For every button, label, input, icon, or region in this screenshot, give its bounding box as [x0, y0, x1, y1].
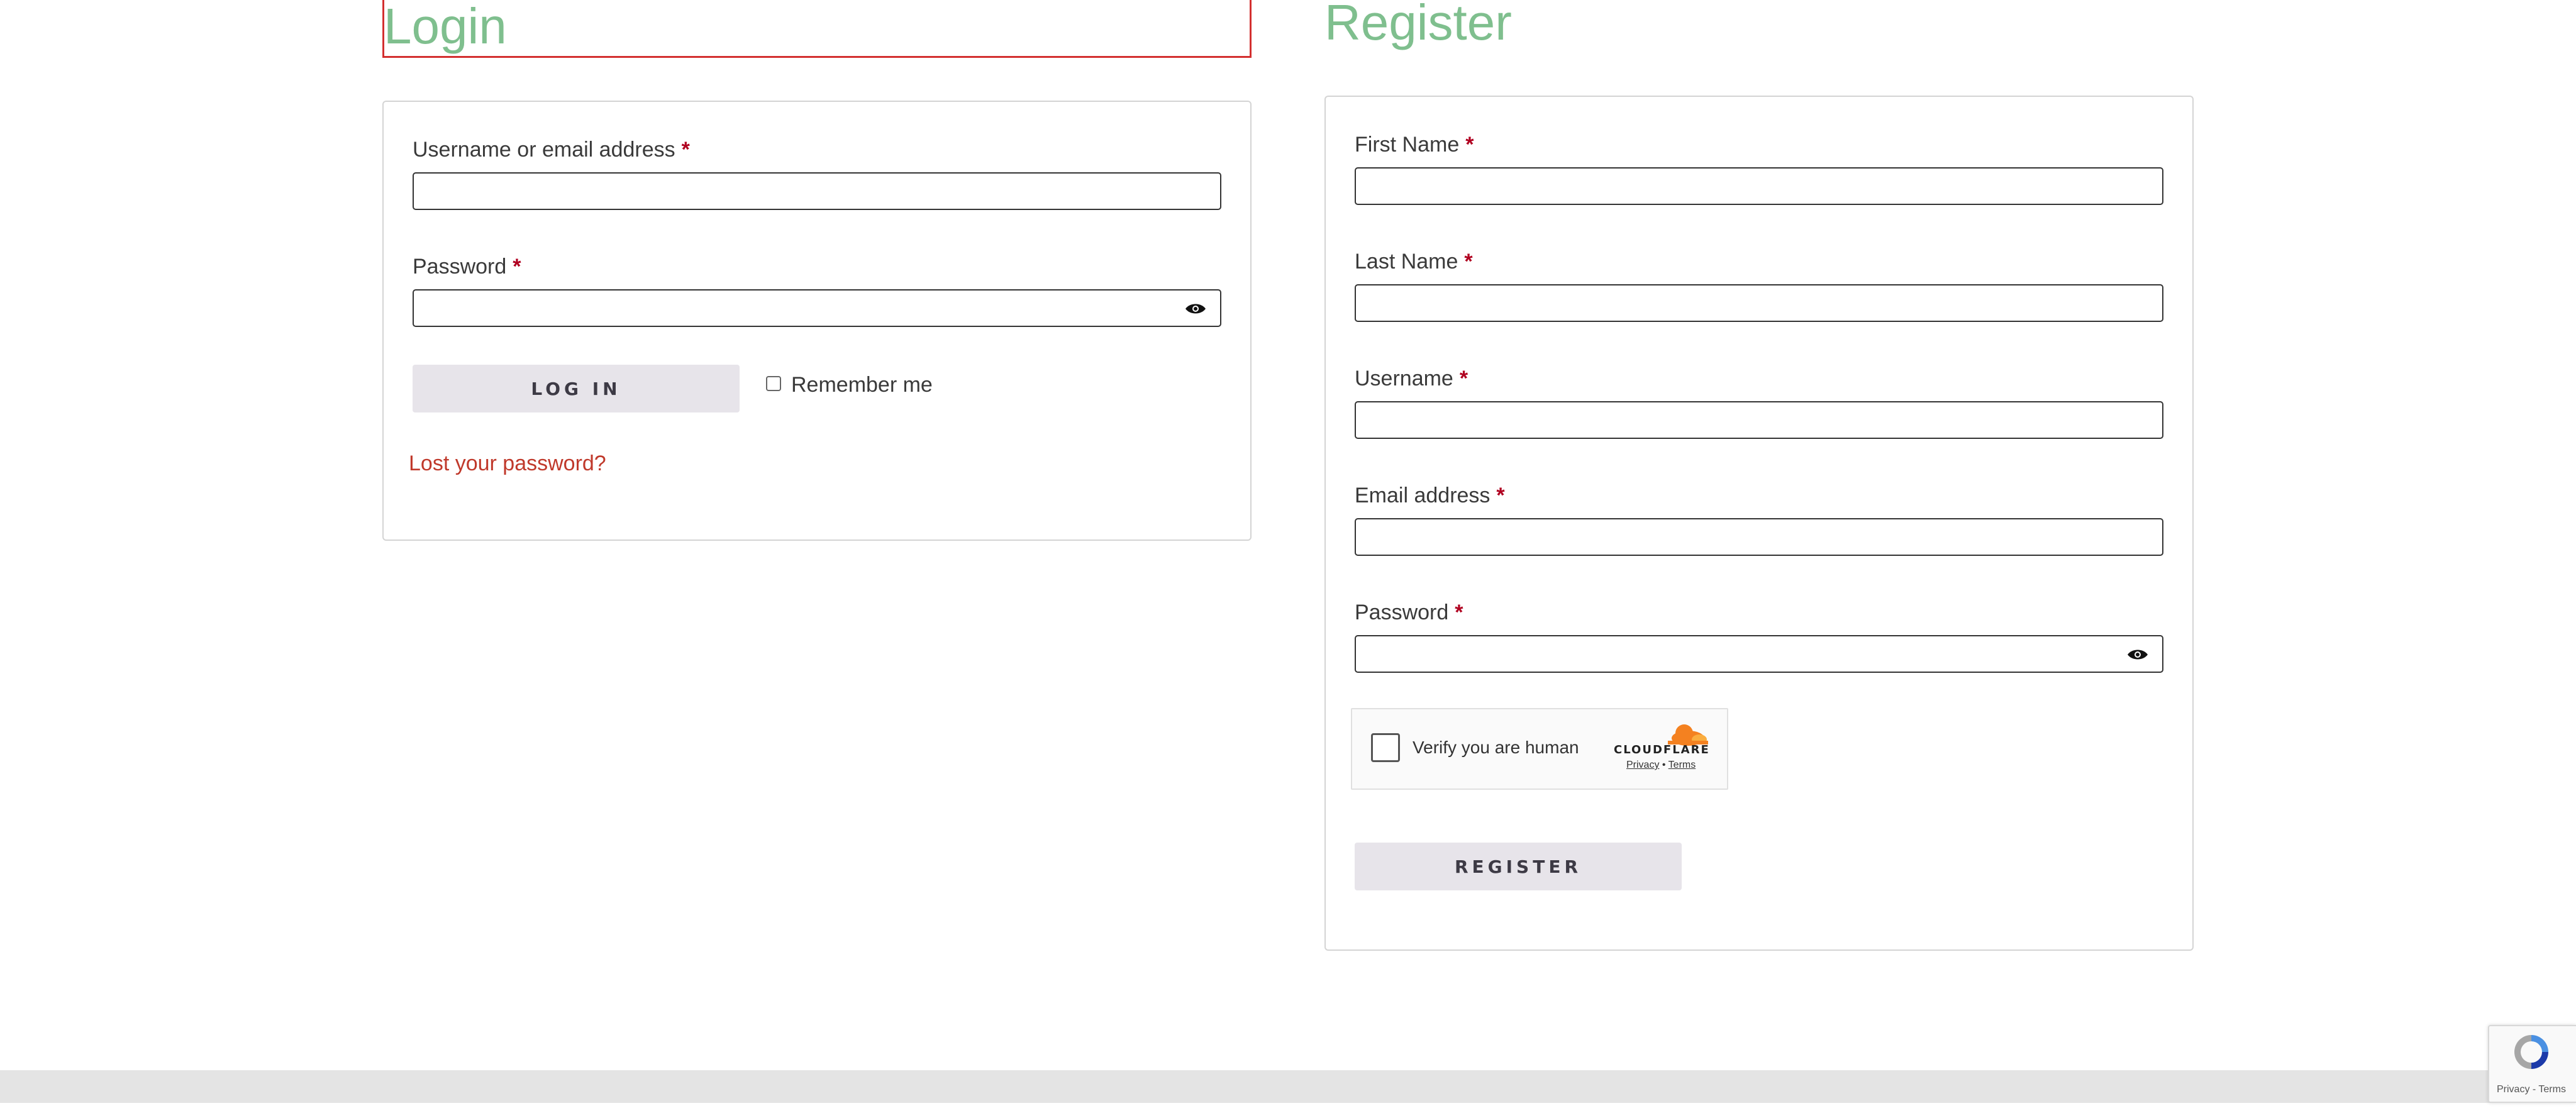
required-marker: *	[681, 138, 690, 162]
required-marker: *	[1459, 367, 1468, 390]
cloudflare-brand: CLOUDFLARE	[1614, 743, 1710, 756]
register-username-label: Username *	[1355, 366, 1468, 391]
recaptcha-links[interactable]: Privacy - Terms	[2497, 1084, 2566, 1095]
footer-bar	[0, 1070, 2576, 1103]
login-username-label: Username or email address *	[413, 137, 690, 162]
first-name-label-text: First Name	[1355, 133, 1460, 157]
register-username-label-text: Username	[1355, 367, 1453, 390]
login-username-input[interactable]	[413, 172, 1221, 210]
remember-me-checkbox[interactable]	[766, 376, 781, 391]
login-password-label: Password *	[413, 254, 521, 279]
login-heading: Login	[384, 0, 507, 54]
email-label: Email address *	[1355, 483, 1505, 508]
first-name-input[interactable]	[1355, 167, 2163, 205]
turnstile-privacy-link[interactable]: Privacy	[1626, 760, 1659, 770]
email-input[interactable]	[1355, 518, 2163, 556]
turnstile-link-separator: •	[1662, 760, 1666, 770]
register-password-label-text: Password	[1355, 601, 1449, 624]
last-name-label: Last Name *	[1355, 249, 1473, 274]
login-button[interactable]: LOG IN	[413, 365, 740, 412]
register-password-input[interactable]	[1355, 635, 2163, 673]
first-name-label: First Name *	[1355, 132, 1474, 157]
show-password-eye-icon[interactable]	[2127, 648, 2148, 661]
last-name-label-text: Last Name	[1355, 250, 1458, 274]
login-password-input[interactable]	[413, 289, 1221, 327]
required-marker: *	[1464, 250, 1473, 274]
register-heading: Register	[1324, 0, 1512, 50]
required-marker: *	[1455, 601, 1463, 624]
login-password-label-text: Password	[413, 255, 507, 279]
show-password-eye-icon[interactable]	[1185, 302, 1206, 316]
last-name-input[interactable]	[1355, 284, 2163, 322]
lost-password-link[interactable]: Lost your password?	[409, 451, 606, 476]
email-label-text: Email address	[1355, 484, 1491, 507]
register-username-input[interactable]	[1355, 401, 2163, 439]
remember-me-label[interactable]: Remember me	[791, 372, 933, 397]
login-username-label-text: Username or email address	[413, 138, 675, 162]
required-marker: *	[1465, 133, 1474, 157]
register-password-label: Password *	[1355, 600, 1463, 625]
verify-human-checkbox[interactable]	[1371, 733, 1400, 762]
recaptcha-logo-icon	[2509, 1030, 2553, 1074]
required-marker: *	[1496, 484, 1505, 507]
turnstile-links: Privacy • Terms	[1626, 760, 1696, 771]
verify-human-label: Verify you are human	[1413, 738, 1579, 757]
turnstile-terms-link[interactable]: Terms	[1668, 760, 1696, 770]
login-heading-frame	[382, 0, 1252, 58]
register-button[interactable]: REGISTER	[1355, 843, 1682, 890]
required-marker: *	[513, 255, 521, 279]
